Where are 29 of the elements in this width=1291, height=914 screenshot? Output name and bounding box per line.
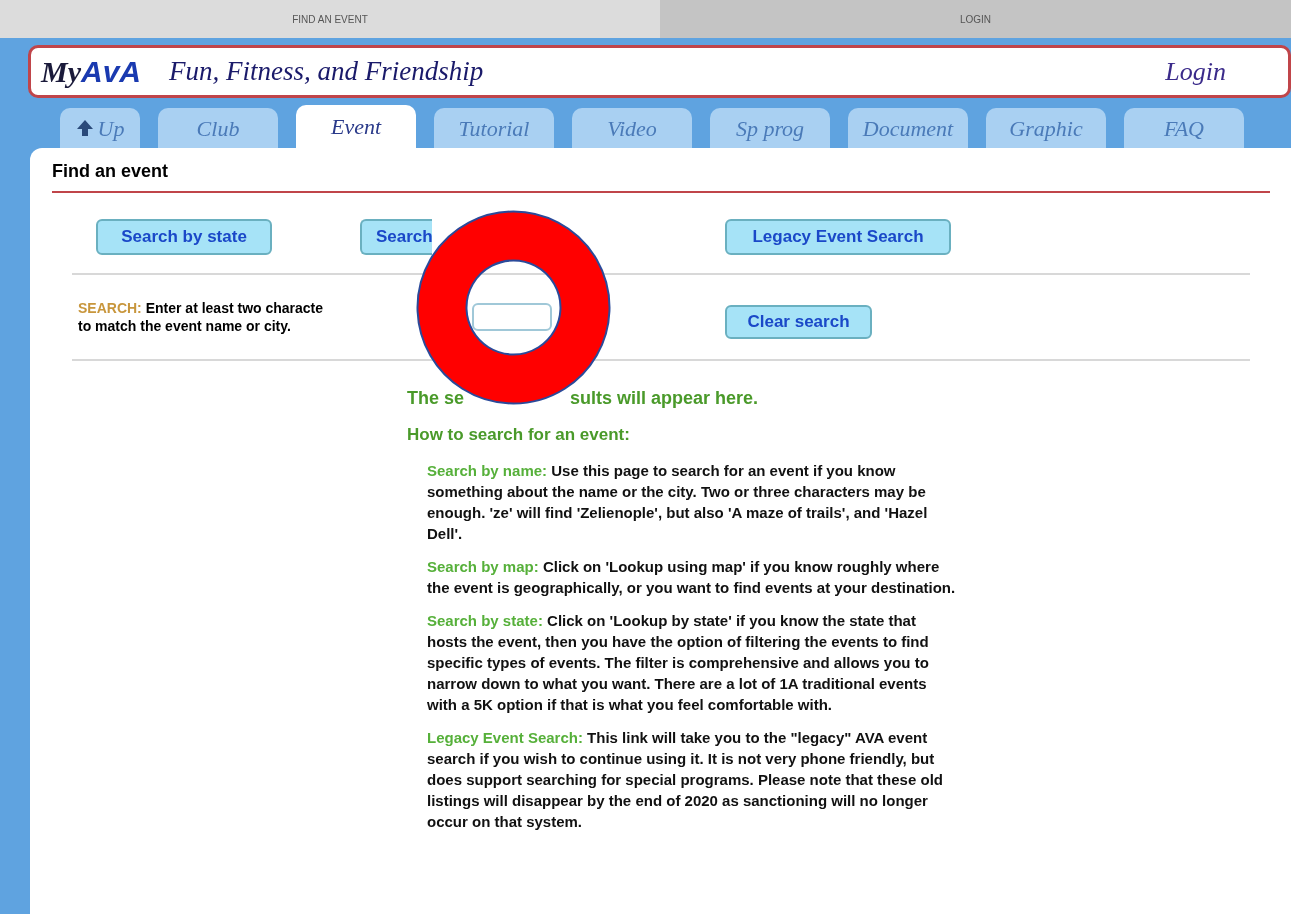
search-field[interactable] xyxy=(472,303,552,331)
clear-search-button[interactable]: Clear search xyxy=(725,305,872,339)
top-nav-tab[interactable]: FIND AN EVENT xyxy=(0,0,660,38)
help-paragraph: Search by map: Click on 'Lookup using map' if you know roughly where the event is geographically, or you want to find events at your destination. xyxy=(427,556,957,598)
help-paragraph: Search by state: Click on 'Lookup by state' if you know the state that hosts the event, then you have the option of filtering the events to find specific types of events. The filter is comprehensive and allows you to narrow down to what you want. There are a lot of 1A traditional events with a 5K option if that is what you feel comfortable with. xyxy=(427,610,930,715)
nav-tab[interactable]: Club xyxy=(158,108,278,148)
help-paragraph: Legacy Event Search: This link will take you to the "legacy" AVA event search if you wish to continue using it. It is not very phone friendly, but does support searching for special programs. Please note that these old listings will disappear by the end of 2020 as sanctioning will no longer occur on that system. xyxy=(427,727,944,832)
nav-tab[interactable]: Tutorial xyxy=(434,108,554,148)
logo: MyAvA xyxy=(41,56,141,87)
search-prompt: SEARCH: Enter at least two characte to match the event name or city. xyxy=(78,299,325,335)
search-button[interactable]: Legacy Event Search xyxy=(725,219,951,255)
search-button[interactable]: Search xyxy=(360,219,432,255)
nav-tab[interactable]: Up xyxy=(60,108,140,148)
help-heading: How to search for an event: xyxy=(407,424,631,446)
search-button[interactable]: Search by state xyxy=(96,219,272,255)
nav-tab[interactable]: Video xyxy=(572,108,692,148)
results-message: sults will appear here. xyxy=(570,387,759,410)
results-message: The se xyxy=(407,387,466,410)
nav-tab[interactable]: Graphic xyxy=(986,108,1106,148)
up-arrow-icon xyxy=(75,119,94,137)
login-link[interactable]: Login xyxy=(1165,52,1226,91)
top-nav-tab[interactable]: LOGIN xyxy=(660,0,1291,38)
nav-tab[interactable]: FAQ xyxy=(1124,108,1244,148)
nav-tab[interactable]: Sp prog xyxy=(710,108,830,148)
nav-tab[interactable]: Event xyxy=(296,105,416,148)
page-title: Find an event xyxy=(52,160,169,183)
tagline: Fun, Fitness, and Friendship xyxy=(169,55,484,89)
nav-tab[interactable]: Document xyxy=(848,108,968,148)
help-paragraph: Search by name: Use this page to search for an event if you know something about the name or the city. Two or three characters may be enough. 'ze' will find 'Zelienople', but also 'A maze of trails', and 'Hazel Dell'. xyxy=(427,460,929,544)
